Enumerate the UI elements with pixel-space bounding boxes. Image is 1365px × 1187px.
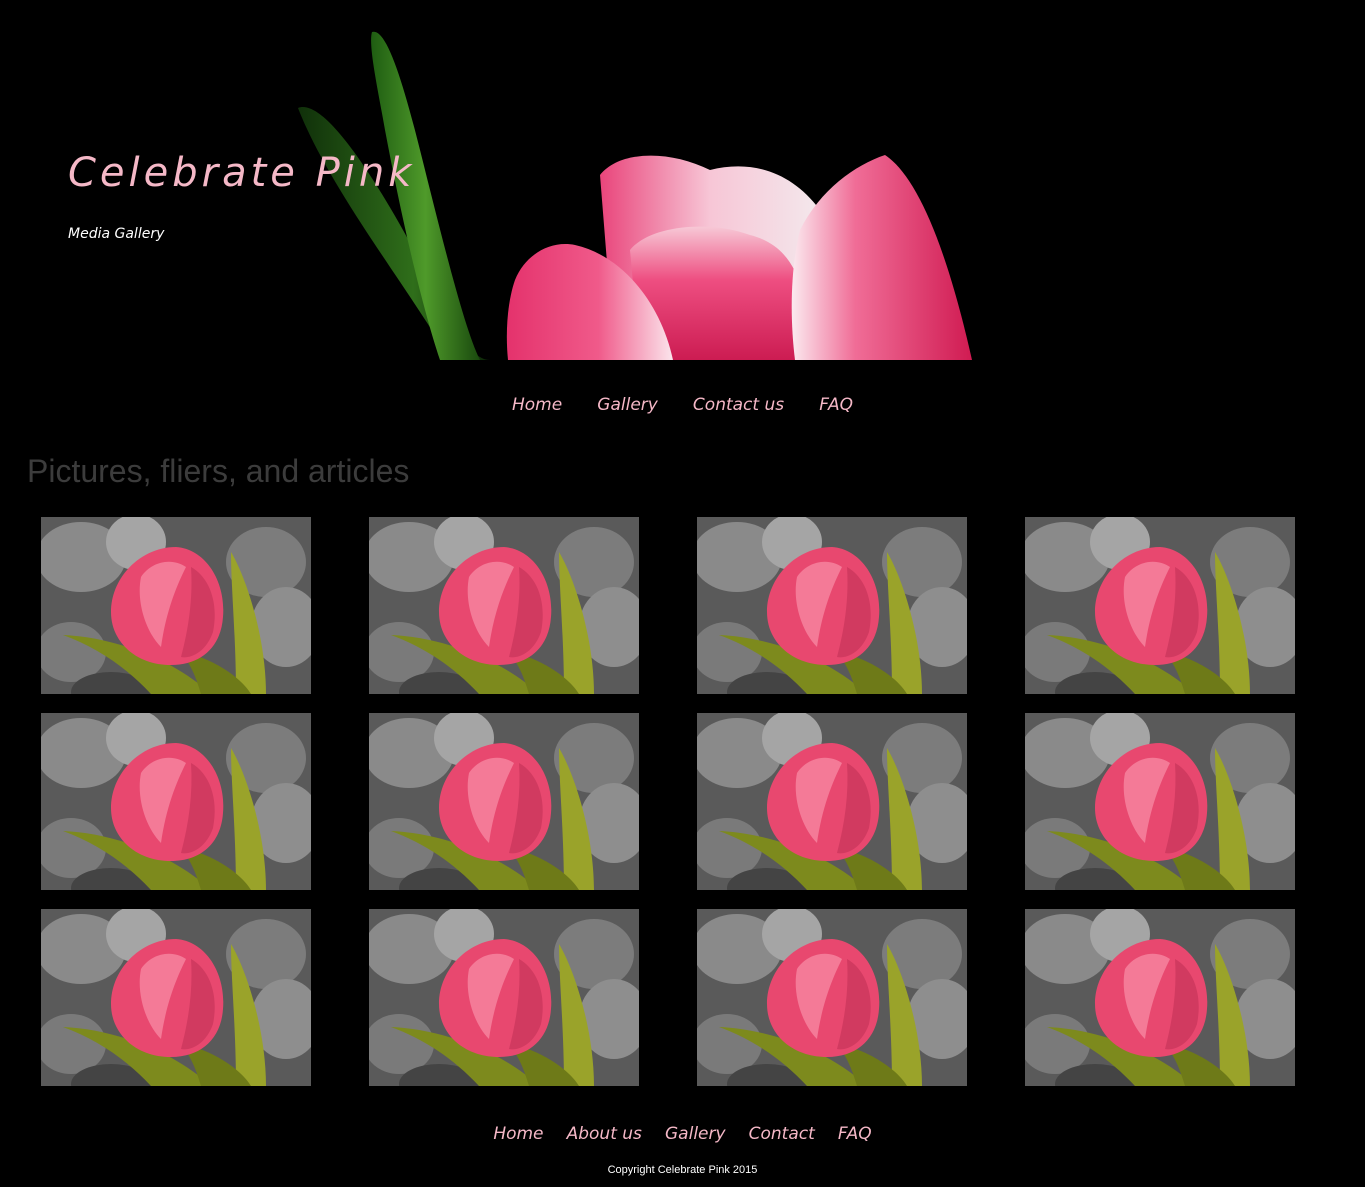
- tulip-thumbnail-image: [41, 713, 311, 890]
- gallery-thumbnail[interactable]: [369, 517, 639, 694]
- gallery-thumbnail[interactable]: [1025, 517, 1295, 694]
- gallery-thumbnail[interactable]: [41, 909, 311, 1086]
- gallery-thumbnail[interactable]: [41, 713, 311, 890]
- gallery-thumbnail[interactable]: [697, 713, 967, 890]
- nav-link-faq[interactable]: FAQ: [819, 395, 853, 415]
- tulip-thumbnail-image: [369, 517, 639, 694]
- page-heading: Pictures, fliers, and articles: [27, 453, 410, 489]
- gallery-grid: [41, 517, 1295, 1086]
- nav-item-faq: FAQ: [819, 395, 853, 415]
- footer-link-faq[interactable]: FAQ: [838, 1124, 872, 1144]
- footer-link-about-us[interactable]: About us: [567, 1124, 642, 1144]
- gallery-thumbnail[interactable]: [697, 517, 967, 694]
- gallery-thumbnail[interactable]: [369, 713, 639, 890]
- tulip-thumbnail-image: [1025, 517, 1295, 694]
- footer-nav-item-faq: FAQ: [838, 1124, 872, 1144]
- site-title: Celebrate Pink: [68, 150, 416, 196]
- gallery-thumbnail[interactable]: [697, 909, 967, 1086]
- gallery-thumbnail[interactable]: [369, 909, 639, 1086]
- site-header: Celebrate Pink Media Gallery: [0, 0, 1365, 360]
- footer-nav-item-about: About us: [567, 1124, 642, 1144]
- tulip-thumbnail-image: [697, 909, 967, 1086]
- tulip-thumbnail-image: [41, 517, 311, 694]
- footer-nav-item-gallery: Gallery: [665, 1124, 726, 1144]
- footer-link-gallery[interactable]: Gallery: [665, 1124, 726, 1144]
- nav-link-home[interactable]: Home: [512, 395, 562, 415]
- tulip-thumbnail-image: [369, 909, 639, 1086]
- footer-link-home[interactable]: Home: [493, 1124, 543, 1144]
- gallery-thumbnail[interactable]: [1025, 713, 1295, 890]
- nav-link-gallery[interactable]: Gallery: [597, 395, 658, 415]
- nav-item-home: Home: [512, 395, 562, 415]
- nav-item-gallery: Gallery: [597, 395, 658, 415]
- copyright-text: Copyright Celebrate Pink 2015: [607, 1164, 758, 1176]
- tulip-thumbnail-image: [369, 713, 639, 890]
- nav-link-contact-us[interactable]: Contact us: [693, 395, 784, 415]
- tulip-thumbnail-image: [1025, 713, 1295, 890]
- footer-nav-item-contact: Contact: [749, 1124, 815, 1144]
- tulip-thumbnail-image: [1025, 909, 1295, 1086]
- tulip-thumbnail-image: [697, 517, 967, 694]
- footer-link-contact[interactable]: Contact: [749, 1124, 815, 1144]
- footer-nav-item-home: Home: [493, 1124, 543, 1144]
- gallery-thumbnail[interactable]: [41, 517, 311, 694]
- footer-nav: Home About us Gallery Contact FAQ: [0, 1124, 1365, 1144]
- site-subtitle: Media Gallery: [68, 226, 165, 242]
- gallery-thumbnail[interactable]: [1025, 909, 1295, 1086]
- nav-item-contact: Contact us: [693, 395, 784, 415]
- tulip-thumbnail-image: [41, 909, 311, 1086]
- tulip-thumbnail-image: [697, 713, 967, 890]
